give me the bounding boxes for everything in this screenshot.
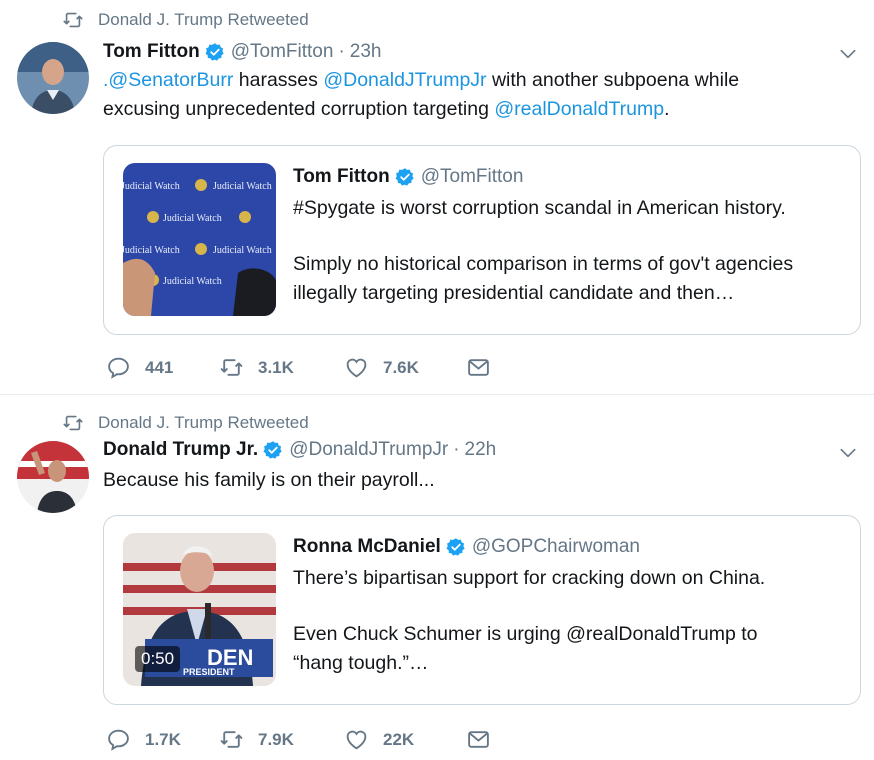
quoted-author-name: Tom Fitton xyxy=(293,166,390,187)
tweet-header: Donald Trump Jr. @DonaldJTrumpJr · 22h xyxy=(103,439,496,461)
quoted-text-line: #Spygate is worst corruption scandal in … xyxy=(293,197,786,219)
retweet-count: 3.1K xyxy=(258,357,294,377)
quoted-author-handle: @TomFitton xyxy=(420,166,524,187)
separator-dot: · xyxy=(453,439,460,460)
text-segment: with another subpoena while xyxy=(486,69,740,91)
verified-badge-icon xyxy=(263,440,283,460)
direct-message-button[interactable] xyxy=(466,355,505,380)
media-backdrop-text: Judicial Watch xyxy=(213,181,272,192)
like-count: 22K xyxy=(383,729,415,749)
author-handle[interactable]: @TomFitton xyxy=(231,41,334,63)
text-segment: harasses xyxy=(233,69,324,91)
quoted-tweet[interactable]: Judicial Watch Judicial Watch Judicial W… xyxy=(103,145,861,335)
reply-count: 441 xyxy=(145,357,174,377)
quoted-text-line: illegally targeting presidential candida… xyxy=(293,282,735,304)
avatar[interactable] xyxy=(17,42,89,114)
media-backdrop-text: Judicial Watch xyxy=(123,245,180,256)
avatar[interactable] xyxy=(17,441,89,513)
retweet-count: 7.9K xyxy=(258,729,294,749)
timestamp[interactable]: 23h xyxy=(350,41,382,63)
like-button[interactable]: 22K xyxy=(344,727,466,752)
like-count: 7.6K xyxy=(383,357,419,377)
video-duration: 0:50 xyxy=(135,646,181,672)
media-backdrop-text: Judicial Watch xyxy=(163,213,222,224)
mention-link[interactable]: @realDonaldTrump xyxy=(494,98,664,120)
quoted-tweet-text: There’s bipartisan support for cracking … xyxy=(293,564,848,678)
mention-link[interactable]: .@SenatorBurr xyxy=(103,69,233,91)
reply-icon xyxy=(106,727,131,752)
tweet[interactable]: Donald J. Trump Retweeted Donald Trump J… xyxy=(0,395,874,760)
quoted-text-line: There’s bipartisan support for cracking … xyxy=(293,567,766,589)
quoted-text-line: “hang tough.”… xyxy=(293,652,429,674)
quoted-tweet-header: Ronna McDaniel @GOPChairwoman xyxy=(293,536,640,558)
retweet-label: Donald J. Trump Retweeted xyxy=(98,413,309,432)
envelope-icon xyxy=(466,355,491,380)
retweet-icon xyxy=(219,727,244,752)
quoted-tweet[interactable]: DEN PRESIDENT 0:50 Ronna McDaniel @GOPCh… xyxy=(103,515,861,705)
author-name[interactable]: Donald Trump Jr. xyxy=(103,439,258,461)
retweet-icon xyxy=(62,9,84,31)
envelope-icon xyxy=(466,727,491,752)
author-name[interactable]: Tom Fitton xyxy=(103,41,200,63)
tweet[interactable]: Donald J. Trump Retweeted Tom Fitton @To… xyxy=(0,0,874,395)
chevron-down-icon[interactable] xyxy=(838,44,858,64)
heart-icon xyxy=(344,727,369,752)
retweet-icon xyxy=(62,412,84,434)
like-button[interactable]: 7.6K xyxy=(344,355,466,380)
quoted-author-name: Ronna McDaniel xyxy=(293,536,441,557)
chevron-down-icon[interactable] xyxy=(838,443,858,463)
heart-icon xyxy=(344,355,369,380)
sign-subtext: PRESIDENT xyxy=(183,667,235,677)
quoted-text-line: Simply no historical comparison in terms… xyxy=(293,253,794,275)
retweet-button[interactable]: 7.9K xyxy=(219,727,344,752)
author-handle[interactable]: @DonaldJTrumpJr xyxy=(289,439,448,461)
media-backdrop-text: Judicial Watch xyxy=(163,276,222,287)
tweet-actions: 1.7K 7.9K 22K xyxy=(106,727,505,752)
direct-message-button[interactable] xyxy=(466,727,505,752)
text-segment: excusing unprecedented corruption target… xyxy=(103,98,495,120)
quoted-tweet-text: #Spygate is worst corruption scandal in … xyxy=(293,194,848,308)
quoted-media-image[interactable]: Judicial Watch Judicial Watch Judicial W… xyxy=(123,163,276,316)
retweet-icon xyxy=(219,355,244,380)
quoted-text-line: Even Chuck Schumer is urging @realDonald… xyxy=(293,623,758,645)
retweet-context: Donald J. Trump Retweeted xyxy=(62,9,309,31)
media-backdrop-text: Judicial Watch xyxy=(213,245,272,256)
tweet-text: .@SenatorBurr harasses @DonaldJTrumpJr w… xyxy=(103,66,823,124)
quoted-video[interactable]: DEN PRESIDENT 0:50 xyxy=(123,533,276,686)
timestamp[interactable]: 22h xyxy=(465,439,497,461)
media-backdrop-text: Judicial Watch xyxy=(123,181,180,192)
tweet-text: Because his family is on their payroll..… xyxy=(103,469,435,491)
quoted-author-handle: @GOPChairwoman xyxy=(471,536,640,557)
reply-button[interactable]: 1.7K xyxy=(106,727,219,752)
retweet-label: Donald J. Trump Retweeted xyxy=(98,10,309,29)
verified-badge-icon xyxy=(446,537,466,557)
retweet-button[interactable]: 3.1K xyxy=(219,355,344,380)
reply-button[interactable]: 441 xyxy=(106,355,219,380)
tweet-actions: 441 3.1K 7.6K xyxy=(106,355,505,380)
reply-count: 1.7K xyxy=(145,729,181,749)
verified-badge-icon xyxy=(395,167,415,187)
text-segment: . xyxy=(664,98,670,120)
separator-dot: · xyxy=(338,41,345,62)
verified-badge-icon xyxy=(205,42,225,62)
tweet-header: Tom Fitton @TomFitton · 23h xyxy=(103,41,381,63)
retweet-context: Donald J. Trump Retweeted xyxy=(62,412,309,434)
quoted-tweet-header: Tom Fitton @TomFitton xyxy=(293,166,523,188)
reply-icon xyxy=(106,355,131,380)
mention-link[interactable]: @DonaldJTrumpJr xyxy=(323,69,486,91)
